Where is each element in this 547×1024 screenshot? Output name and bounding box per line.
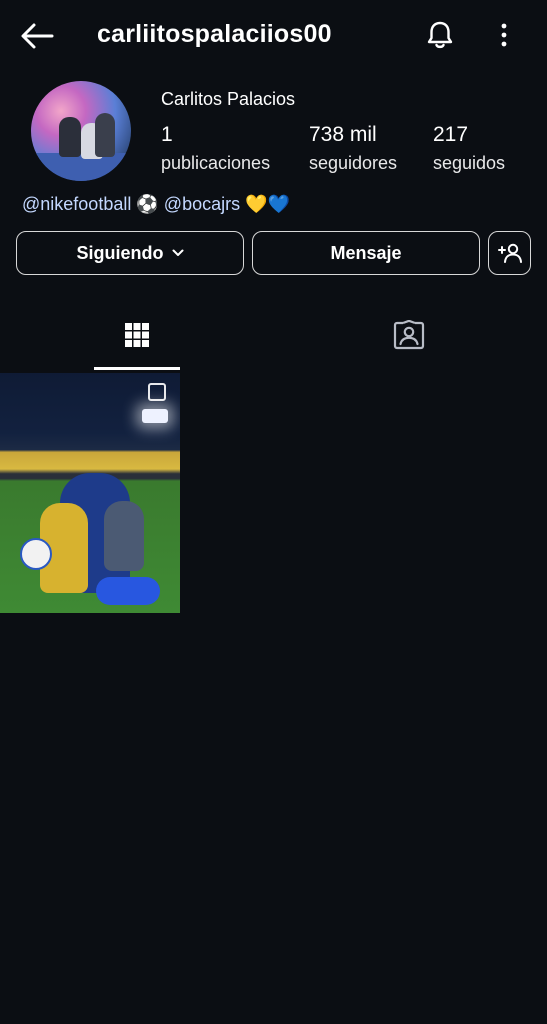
bell-icon <box>427 21 453 49</box>
photo-ball <box>20 538 52 570</box>
suggest-users-button[interactable] <box>488 231 531 275</box>
bio-mention-bocajrs[interactable]: @bocajrs <box>164 194 240 214</box>
stat-posts[interactable]: 1 publicaciones <box>161 122 270 176</box>
stat-followers-label: seguidores <box>309 153 398 173</box>
profile-username: carliitospalaciios00 <box>97 20 332 48</box>
photo-child <box>104 501 144 571</box>
arrow-left-icon <box>21 23 54 49</box>
message-button[interactable]: Mensaje <box>252 231 480 275</box>
avatar-figure <box>95 113 115 157</box>
grid-icon <box>125 323 149 347</box>
tagged-user-icon <box>393 320 425 350</box>
stat-posts-value: 1 <box>161 123 173 146</box>
avatar-figure <box>59 117 81 157</box>
notifications-button[interactable] <box>422 17 458 53</box>
soccer-ball-emoji: ⚽ <box>136 194 159 214</box>
following-button[interactable]: Siguiendo <box>16 231 244 275</box>
stadium-light <box>142 409 168 423</box>
following-button-label: Siguiendo <box>76 242 164 263</box>
bio-mention-nikefootball[interactable]: @nikefootball <box>22 194 131 214</box>
chevron-down-icon <box>172 249 184 257</box>
message-button-label: Mensaje <box>330 242 402 263</box>
stat-posts-label: publicaciones <box>161 153 271 173</box>
stat-followers[interactable]: 738 mil seguidores <box>309 122 397 176</box>
multiple-photos-icon <box>148 383 166 401</box>
tab-tagged[interactable] <box>366 300 452 370</box>
profile-avatar[interactable] <box>31 81 131 181</box>
display-name: Carlitos Palacios <box>161 89 296 109</box>
stat-following-value: 217 <box>433 123 469 146</box>
stat-following[interactable]: 217 seguidos <box>433 122 505 176</box>
more-options-button[interactable] <box>492 17 516 53</box>
active-tab-indicator <box>94 367 180 370</box>
back-button[interactable] <box>18 18 56 54</box>
stat-followers-value: 738 mil <box>309 123 377 146</box>
add-user-icon <box>497 243 522 263</box>
profile-tabs <box>0 300 547 372</box>
post-thumbnail[interactable] <box>0 373 180 613</box>
top-bar: carliitospalaciios00 <box>0 0 547 68</box>
hearts-emoji: 💛💙 <box>245 194 290 214</box>
tab-posts-grid[interactable] <box>94 300 180 370</box>
profile-screen: carliitospalaciios00 Carlitos Palacios 1… <box>0 0 547 1024</box>
photo-shoe <box>96 577 160 605</box>
more-vertical-icon <box>501 23 507 47</box>
stat-following-label: seguidos <box>433 153 506 173</box>
profile-bio: @nikefootball ⚽ @bocajrs 💛💙 <box>22 192 290 216</box>
